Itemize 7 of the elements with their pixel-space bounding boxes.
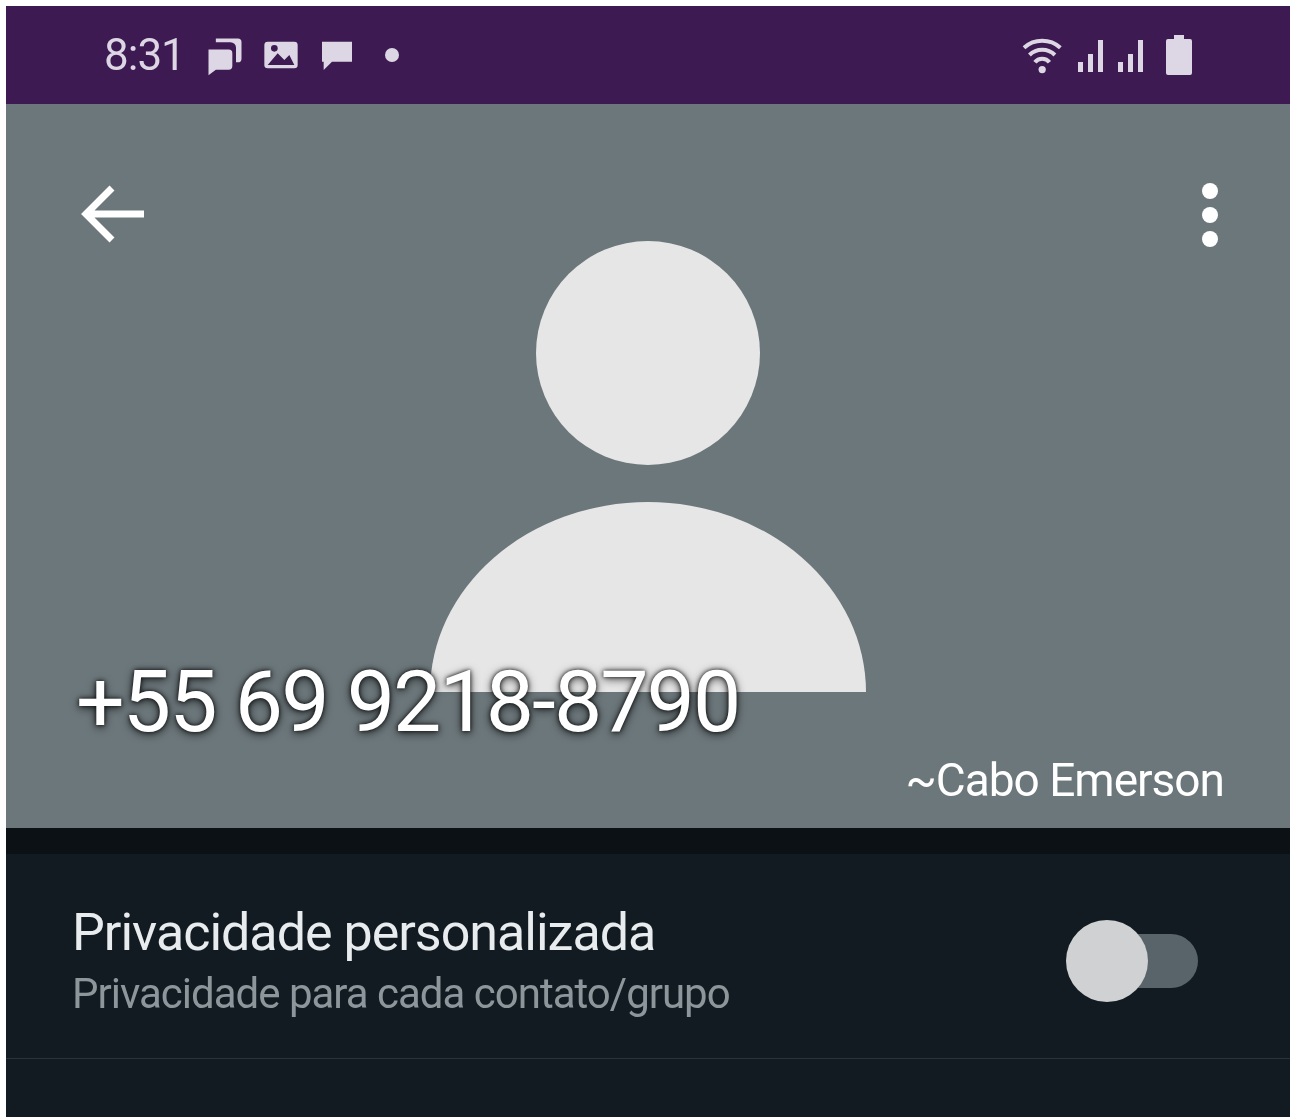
setting-description: Privacidade para cada contato/grupo — [72, 968, 731, 1020]
contact-name: ~Cabo Emerson — [905, 752, 1224, 808]
battery-icon — [1166, 35, 1192, 75]
toggle-switch[interactable] — [1066, 920, 1198, 1002]
setting-title: Privacidade personalizada — [72, 901, 657, 965]
more-options-icon[interactable] — [1199, 182, 1221, 248]
status-time: 8:31 — [104, 28, 185, 83]
